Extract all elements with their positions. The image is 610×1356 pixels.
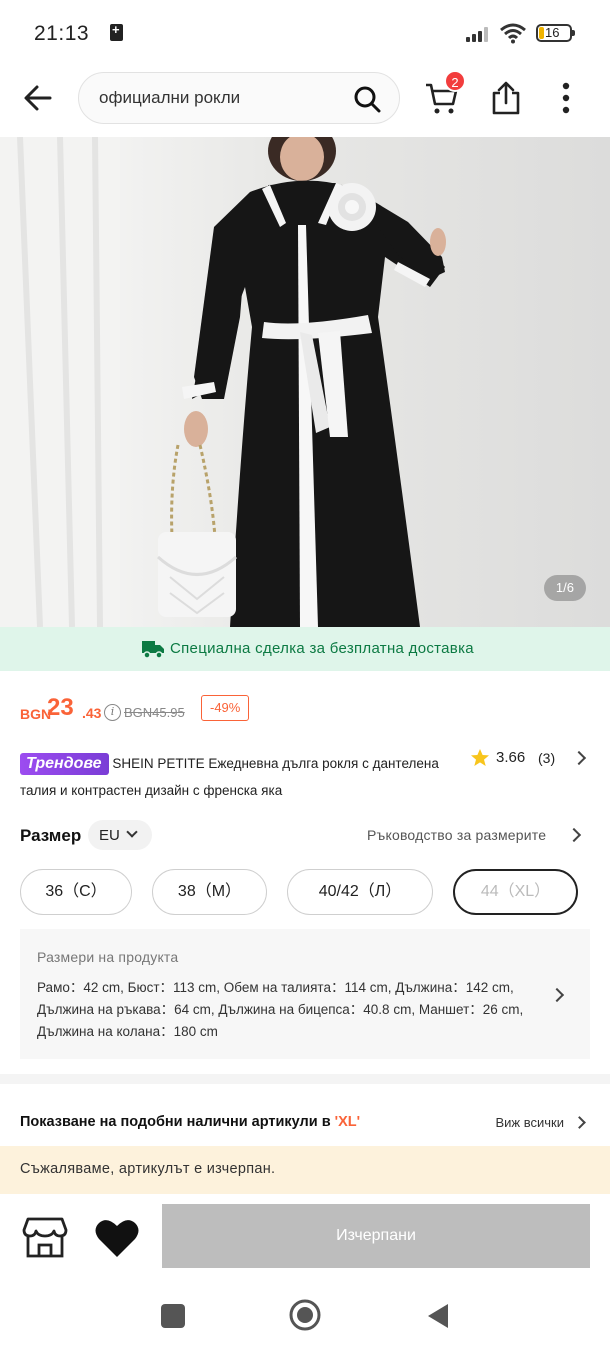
share-icon[interactable] [488,80,524,116]
trend-badge[interactable]: Трендове [20,753,109,776]
size-option-40-42[interactable]: 40/42（Л） [287,869,433,915]
chevron-right-icon [566,827,582,843]
measurements-title: Размери на продукта [37,949,179,965]
view-all-link[interactable]: Виж всички [496,1115,565,1130]
size-label: Размер [20,826,82,845]
system-nav-bar [0,1282,610,1356]
size-option-38[interactable]: 38（М） [152,869,267,915]
home-button[interactable] [289,1299,321,1331]
search-input[interactable]: официални рокли [78,72,400,124]
section-divider [0,1074,610,1084]
battery-icon: 16 [536,24,575,42]
size-option-36[interactable]: 36（С） [20,869,132,915]
bottom-action-bar: Изчерпани [0,1194,610,1282]
battery-level: 16 [545,25,560,40]
chevron-right-icon [549,987,565,1003]
price-row: BGN 23 .43 i BGN45.95 -49% [20,694,600,728]
size-region-dropdown[interactable]: EU [88,820,152,850]
wishlist-heart-icon[interactable] [94,1216,140,1260]
price-decimal: .43 [82,705,102,721]
price-integer: 23 [47,694,74,721]
info-icon[interactable]: i [104,704,121,721]
truck-icon [142,641,164,659]
free-shipping-text: Специална сделка за безплатна доставка [170,640,474,657]
similar-items-label: Показване на подобни налични артикули в … [20,1114,361,1130]
sold-out-text: Съжаляваме, артикулът е изчерпан. [20,1161,276,1177]
sold-out-button[interactable]: Изчерпани [162,1204,590,1268]
status-time: 21:13 [34,22,90,45]
product-photo [0,137,446,627]
chevron-right-icon [573,1116,586,1129]
back-arrow-icon[interactable] [20,80,56,116]
recent-apps-button[interactable] [161,1304,185,1328]
similar-items-row[interactable]: Показване на подобни налични артикули в … [20,1112,590,1134]
size-guide-link[interactable]: Ръководство за размерите [367,827,546,843]
original-price: BGN45.95 [124,705,185,720]
size-option-44[interactable]: 44（XL） [453,869,578,915]
chevron-down-icon [126,826,138,838]
search-icon[interactable] [353,85,381,113]
rating[interactable]: 3.66 (3) [470,748,590,768]
chevron-right-icon [571,750,587,766]
more-options-icon[interactable] [554,80,578,116]
similar-size: 'XL' [334,1114,361,1130]
app-header: официални рокли 2 [0,66,610,136]
product-image[interactable]: 1/6 [0,137,610,627]
image-counter: 1/6 [543,575,586,601]
free-shipping-banner[interactable]: Специална сделка за безплатна доставка [0,627,610,671]
review-count: (3) [538,750,556,766]
store-icon[interactable] [22,1214,68,1260]
wifi-icon [500,23,526,44]
product-measurements[interactable]: Размери на продукта Рамо：42 cm, Бюст：113… [20,929,590,1059]
rating-value: 3.66 [496,749,526,766]
search-query: официални рокли [99,88,241,107]
status-bar: 21:13 16 [0,0,610,66]
sold-out-notice: Съжаляваме, артикулът е изчерпан. [0,1146,610,1194]
star-icon [471,749,489,766]
signal-icon [466,26,492,42]
notification-icon [110,22,123,41]
nav-back-button[interactable] [426,1302,450,1330]
discount-badge: -49% [201,695,250,721]
size-region-value: EU [99,827,120,844]
cart-count-badge: 2 [444,70,466,92]
measurements-text: Рамо：42 cm, Бюст：113 cm, Обем на талията… [37,980,524,1039]
product-title[interactable]: Трендове SHEIN PETITE Ежедневна дълга ро… [20,750,460,804]
